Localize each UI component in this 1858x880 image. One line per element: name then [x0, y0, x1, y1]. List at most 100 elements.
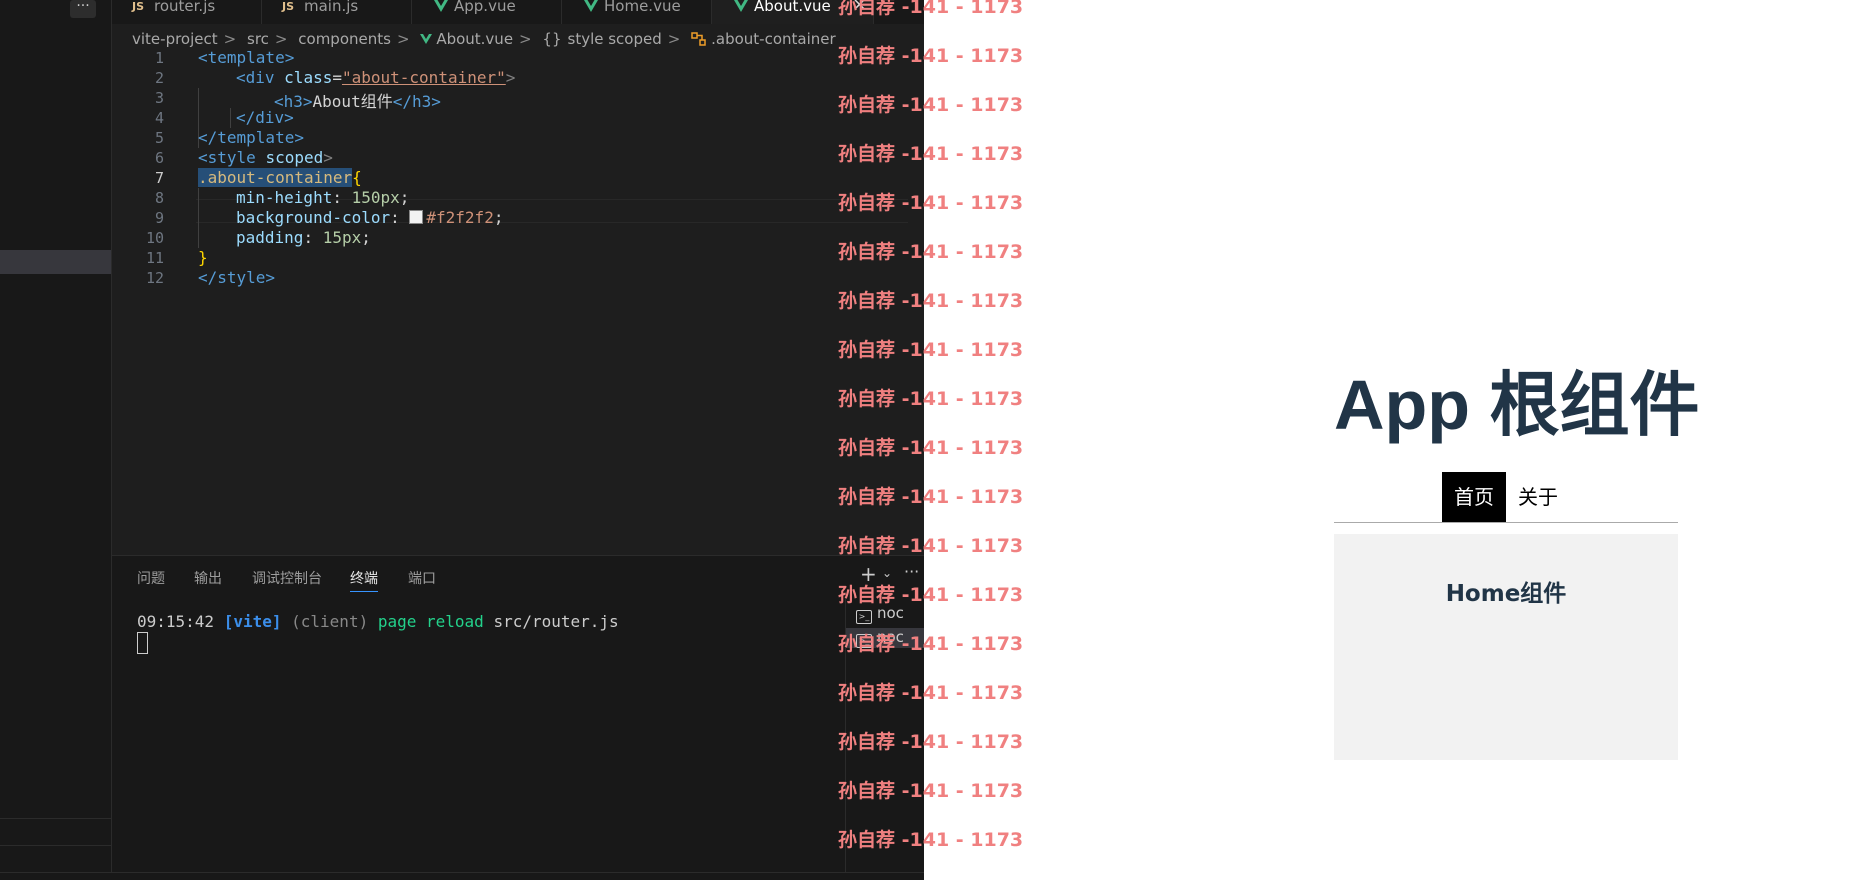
code-line: </style> — [198, 268, 276, 287]
more-actions-icon[interactable]: ··· — [904, 562, 919, 581]
watermark-text: 孙自荐 -141 - 1173 — [838, 535, 1024, 557]
tab-label: App.vue — [454, 0, 516, 15]
app-title: App 根组件 — [1334, 366, 1700, 444]
watermark-text: 孙自荐 -141 - 1173 — [838, 388, 1024, 410]
line-number: 12 — [145, 269, 164, 287]
terminal-icon: >_ — [856, 610, 872, 624]
breadcrumb-item[interactable]: src — [247, 30, 269, 48]
watermark-text: 孙自荐 -141 - 1173 — [838, 241, 1024, 263]
breadcrumb-item[interactable]: .about-container — [711, 30, 836, 48]
app-nav: 首页 关于 — [1334, 472, 1678, 523]
tab-app-vue[interactable]: App.vue — [412, 0, 562, 24]
nav-link-about[interactable]: 关于 — [1506, 472, 1570, 522]
tab-router-js[interactable]: JS router.js — [112, 0, 262, 24]
breadcrumb-item[interactable]: About.vue — [436, 30, 513, 48]
watermark-text: 孙自荐 -141 - 1173 — [838, 633, 1024, 655]
tab-home-vue[interactable]: Home.vue — [562, 0, 712, 24]
selected-explorer-item[interactable] — [0, 250, 111, 274]
code-editor[interactable]: 1 2 3 4 5 6 7 8 9 10 11 12 <template> <d… — [112, 48, 924, 554]
code-line: <style scoped> — [198, 148, 333, 167]
line-number: 6 — [154, 149, 164, 167]
watermark-text: 孙自荐 -141 - 1173 — [838, 584, 1024, 606]
line-number: 4 — [154, 109, 164, 127]
line-number: 10 — [145, 229, 164, 247]
chevron-right-icon: > — [396, 30, 410, 48]
watermark-text: 孙自荐 -141 - 1173 — [838, 94, 1024, 116]
braces-icon: {} — [542, 30, 562, 48]
code-line: <div class="about-container"> — [236, 68, 516, 87]
watermark-text: 孙自荐 -141 - 1173 — [838, 339, 1024, 361]
more-actions-button[interactable]: ··· — [70, 0, 96, 18]
chevron-right-icon: > — [519, 30, 532, 48]
sidebar-divider — [0, 845, 111, 846]
chevron-down-icon[interactable]: ⌄ — [882, 566, 892, 580]
watermark-text: 孙自荐 -141 - 1173 — [838, 682, 1024, 704]
ide-window: ··· JS router.js JS main.js App.vue Home… — [0, 0, 924, 880]
app-preview: App 根组件 首页 关于 Home组件 — [1334, 360, 1700, 760]
vue-file-icon — [434, 0, 448, 12]
tab-label: Home.vue — [604, 0, 681, 15]
code-line: } — [198, 248, 208, 267]
javascript-file-icon: JS — [132, 0, 145, 13]
indent-guide — [230, 108, 231, 128]
vue-file-icon — [420, 34, 433, 44]
code-line-current: .about-container{ — [198, 168, 362, 187]
code-line: </template> — [198, 128, 304, 147]
panel-tab-debug-console[interactable]: 调试控制台 — [252, 568, 322, 588]
watermark-text: 孙自荐 -141 - 1173 — [838, 143, 1024, 165]
editor-tab-bar: JS router.js JS main.js App.vue Home.vue… — [112, 0, 924, 24]
nav-link-home[interactable]: 首页 — [1442, 472, 1506, 522]
color-swatch[interactable] — [409, 210, 424, 224]
chevron-right-icon: > — [223, 30, 237, 48]
panel-tab-problems[interactable]: 问题 — [137, 568, 165, 588]
sidebar-divider — [0, 818, 111, 819]
css-selector-icon — [691, 32, 706, 46]
code-line: padding: 15px; — [236, 228, 371, 247]
breadcrumb-item[interactable]: components — [298, 30, 391, 48]
explorer-sidebar: ··· — [0, 0, 112, 880]
vue-file-icon — [584, 0, 598, 12]
tab-label: About.vue — [754, 0, 831, 15]
line-number: 1 — [154, 49, 164, 67]
tab-label: main.js — [304, 0, 359, 15]
bottom-panel: 问题 输出 调试控制台 终端 端口 + ⌄ ··· 09:15:42 [vite… — [112, 555, 924, 880]
panel-tab-ports[interactable]: 端口 — [408, 568, 436, 588]
line-number: 2 — [154, 69, 164, 87]
breadcrumb-item[interactable]: vite-project — [132, 30, 218, 48]
watermark-text: 孙自荐 -141 - 1173 — [838, 45, 1024, 67]
line-number: 8 — [154, 189, 164, 207]
watermark-text: 孙自荐 -141 - 1173 — [838, 731, 1024, 753]
watermark-text: 孙自荐 -141 - 1173 — [838, 437, 1024, 459]
tab-label: router.js — [154, 0, 216, 15]
javascript-file-icon: JS — [282, 0, 295, 13]
line-number: 5 — [154, 129, 164, 147]
chevron-right-icon: > — [667, 30, 681, 48]
terminal-list-item[interactable]: >_ noc — [856, 604, 904, 624]
watermark-text: 孙自荐 -141 - 1173 — [838, 780, 1024, 802]
line-number: 9 — [154, 209, 164, 227]
watermark-text: 孙自荐 -141 - 1173 — [838, 192, 1024, 214]
watermark-text: 孙自荐 -141 - 1173 — [838, 290, 1024, 312]
panel-tab-terminal[interactable]: 终端 — [350, 568, 378, 592]
chevron-right-icon: > — [274, 30, 288, 48]
line-number: 11 — [145, 249, 164, 267]
vue-file-icon — [734, 0, 748, 12]
line-number-current: 7 — [154, 169, 164, 187]
breadcrumb-item[interactable]: style scoped — [568, 30, 662, 48]
tab-main-js[interactable]: JS main.js — [262, 0, 412, 24]
panel-tab-output[interactable]: 输出 — [194, 568, 222, 588]
router-view-content: Home组件 — [1334, 534, 1678, 760]
watermark-text: 孙自荐 -141 - 1173 — [838, 486, 1024, 508]
watermark-text: 孙自荐 -141 - 1173 — [838, 0, 1024, 18]
terminal-output[interactable]: 09:15:42 [vite] (client) page reload src… — [137, 612, 619, 631]
code-line: </div> — [236, 108, 294, 127]
status-bar — [0, 872, 924, 880]
watermark-text: 孙自荐 -141 - 1173 — [838, 829, 1024, 851]
component-heading: Home组件 — [1445, 581, 1567, 607]
code-line: background-color: #f2f2f2; — [236, 208, 504, 227]
code-line: min-height: 150px; — [236, 188, 410, 207]
indent-guide — [198, 188, 199, 248]
line-number: 3 — [154, 89, 164, 107]
code-line: <h3>About组件</h3> — [274, 92, 441, 111]
terminal-cursor — [137, 632, 148, 654]
